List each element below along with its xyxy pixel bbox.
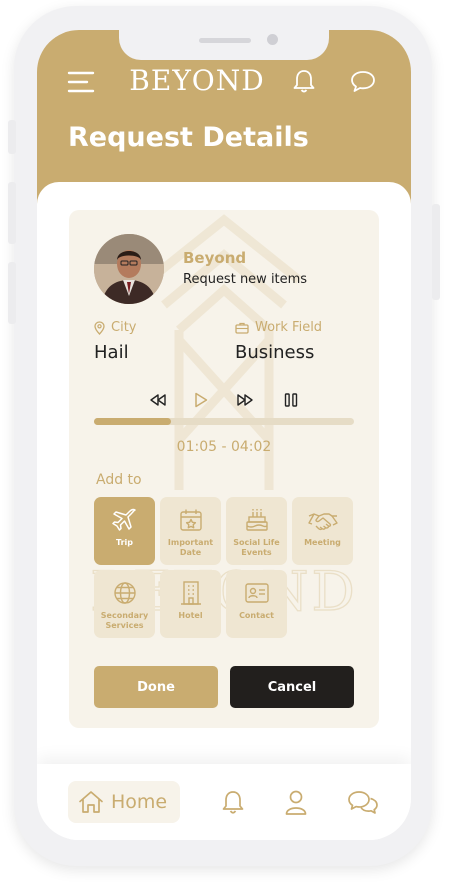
tile-label: Contact bbox=[239, 611, 274, 620]
phone-notch bbox=[119, 30, 329, 60]
work-field-label: Work Field bbox=[235, 320, 322, 335]
work-field-value: Business bbox=[235, 342, 315, 363]
nav-bell-icon[interactable] bbox=[220, 788, 246, 816]
cancel-button[interactable]: Cancel bbox=[230, 666, 354, 708]
audio-controls bbox=[69, 388, 379, 412]
briefcase-icon bbox=[235, 322, 249, 334]
tile-label: Trip bbox=[116, 538, 133, 547]
handshake-icon bbox=[307, 513, 338, 531]
add-to-important-date[interactable]: Important Date bbox=[160, 497, 221, 565]
tile-label: Important Date bbox=[167, 538, 214, 557]
requester-name: Beyond bbox=[183, 249, 247, 267]
building-icon bbox=[180, 581, 201, 605]
phone-side-button bbox=[8, 182, 16, 244]
nav-home[interactable]: Home bbox=[68, 781, 180, 823]
location-pin-icon bbox=[94, 320, 105, 335]
add-to-trip[interactable]: Trip bbox=[94, 497, 155, 565]
add-to-label: Add to bbox=[96, 472, 142, 488]
avatar bbox=[94, 234, 164, 304]
nav-profile-icon[interactable] bbox=[283, 788, 309, 816]
menu-icon[interactable] bbox=[67, 70, 97, 94]
progress-bar[interactable] bbox=[94, 418, 354, 425]
city-label-text: City bbox=[111, 320, 137, 335]
rewind-icon[interactable] bbox=[148, 388, 168, 412]
request-card: BEYOND Beyond Request new items City Hai… bbox=[69, 210, 379, 728]
tile-label: Secondary Services bbox=[100, 611, 149, 630]
done-button[interactable]: Done bbox=[94, 666, 218, 708]
add-to-social-life-events[interactable]: Social Life Events bbox=[226, 497, 287, 565]
phone-side-button bbox=[432, 204, 440, 300]
phone-side-button bbox=[8, 120, 16, 154]
phone-side-button bbox=[8, 262, 16, 324]
add-to-secondary-services[interactable]: Secondary Services bbox=[94, 570, 155, 638]
fast-forward-icon[interactable] bbox=[235, 388, 255, 412]
camera bbox=[267, 34, 278, 45]
brand-logo: Beyond bbox=[129, 64, 265, 97]
chat-icon[interactable] bbox=[349, 68, 377, 94]
nav-home-label: Home bbox=[111, 791, 168, 813]
nav-messages-icon[interactable] bbox=[346, 788, 380, 816]
plane-icon bbox=[111, 508, 136, 531]
request-subtitle: Request new items bbox=[183, 272, 308, 287]
pause-icon[interactable] bbox=[281, 388, 301, 412]
cake-icon bbox=[245, 509, 268, 531]
bell-icon[interactable] bbox=[291, 68, 317, 94]
speaker bbox=[199, 38, 251, 43]
play-icon[interactable] bbox=[191, 388, 211, 412]
tile-label: Meeting bbox=[304, 538, 341, 547]
app-screen: Beyond Request Details BEYOND bbox=[37, 30, 411, 840]
tile-label: Hotel bbox=[178, 611, 203, 620]
tile-label: Social Life Events bbox=[233, 538, 280, 557]
playback-time: 01:05 - 04:02 bbox=[176, 439, 272, 455]
home-icon bbox=[79, 791, 103, 813]
add-to-contact[interactable]: Contact bbox=[226, 570, 287, 638]
bottom-nav: Home bbox=[37, 764, 411, 840]
city-value: Hail bbox=[94, 342, 129, 363]
globe-icon bbox=[113, 582, 136, 604]
page-title: Request Details bbox=[68, 122, 309, 153]
calendar-star-icon bbox=[179, 509, 202, 531]
work-field-label-text: Work Field bbox=[255, 320, 323, 335]
add-to-hotel[interactable]: Hotel bbox=[160, 570, 221, 638]
progress-fill bbox=[94, 418, 171, 425]
add-to-meeting[interactable]: Meeting bbox=[292, 497, 353, 565]
contact-card-icon bbox=[244, 583, 269, 603]
city-label: City bbox=[94, 320, 136, 335]
